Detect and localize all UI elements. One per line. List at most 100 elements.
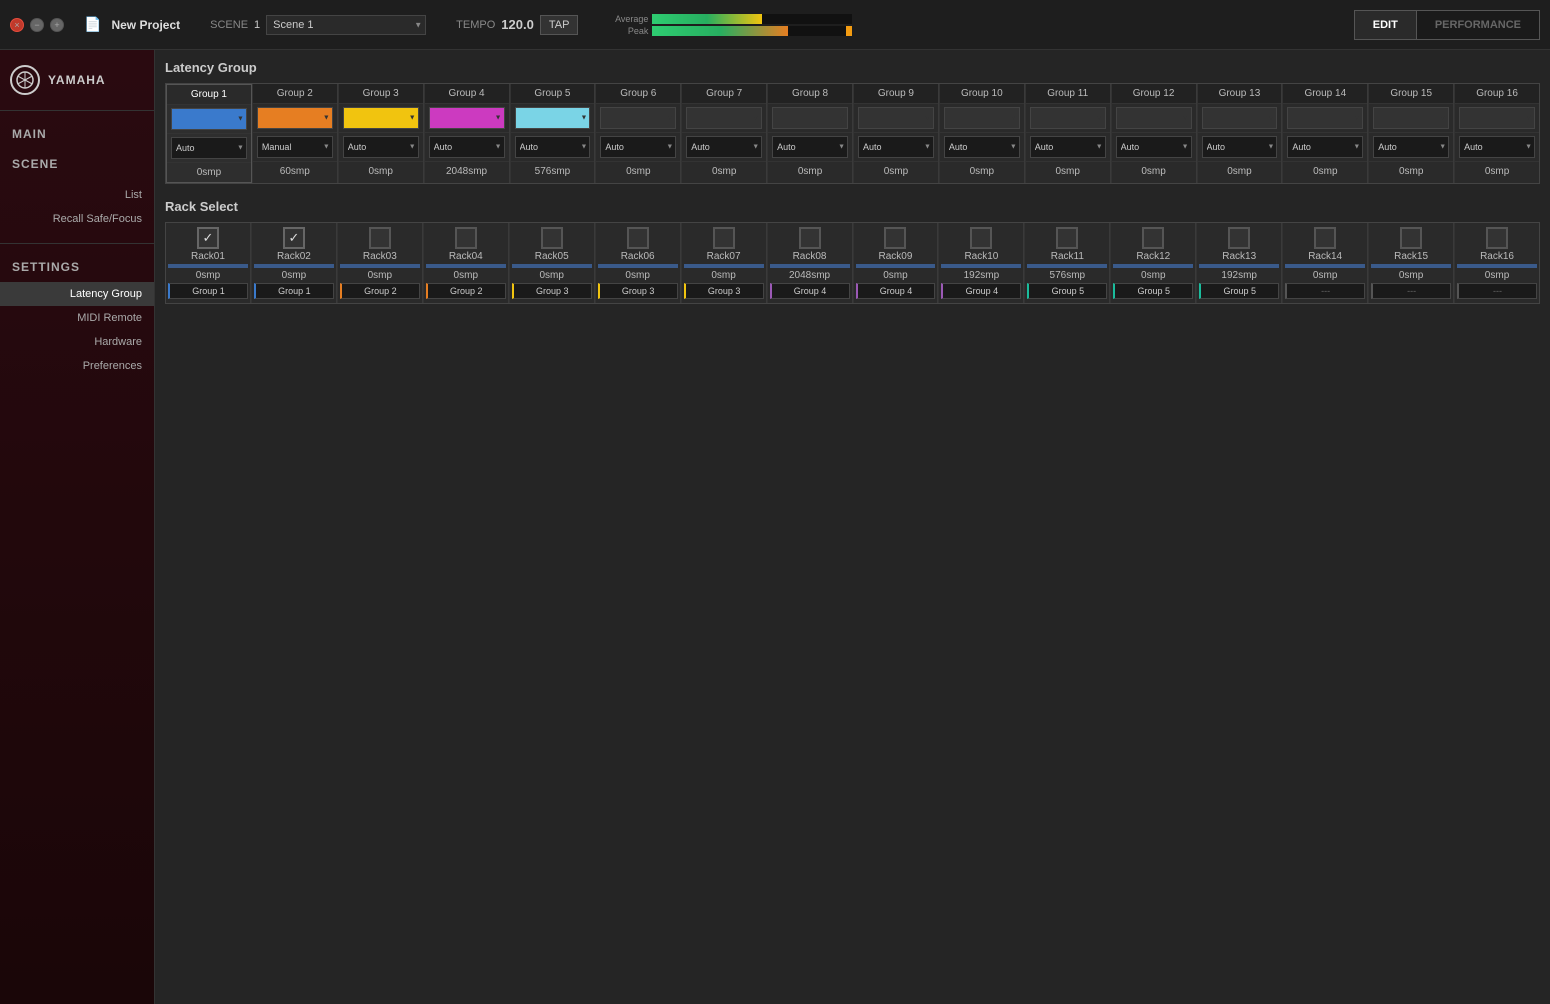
rack-group-badge-Rack07[interactable]: Group 3: [684, 283, 764, 299]
latency-group-col-3[interactable]: Group 3Auto0smp: [339, 84, 424, 183]
mode-select-12[interactable]: Auto: [1116, 136, 1192, 158]
mode-select-4[interactable]: Auto: [429, 136, 505, 158]
latency-group-col-14[interactable]: Group 14Auto0smp: [1283, 84, 1368, 183]
color-select-6[interactable]: [600, 107, 676, 129]
color-select-16[interactable]: [1459, 107, 1535, 129]
rack-checkbox-Rack04[interactable]: [455, 227, 477, 249]
color-select-1[interactable]: [171, 108, 247, 130]
rack-checkbox-Rack12[interactable]: [1142, 227, 1164, 249]
rack-group-badge-Rack01[interactable]: Group 1: [168, 283, 248, 299]
color-select-4[interactable]: [429, 107, 505, 129]
color-select-5[interactable]: [515, 107, 591, 129]
mode-select-9[interactable]: Auto: [858, 136, 934, 158]
rack-group-badge-Rack11[interactable]: Group 5: [1027, 283, 1107, 299]
rack-checkbox-Rack05[interactable]: [541, 227, 563, 249]
rack-checkbox-Rack06[interactable]: [627, 227, 649, 249]
sidebar-item-preferences[interactable]: Preferences: [0, 354, 154, 378]
color-select-2[interactable]: [257, 107, 333, 129]
latency-group-col-5[interactable]: Group 5Auto576smp: [511, 84, 596, 183]
latency-group-col-11[interactable]: Group 11Auto0smp: [1026, 84, 1111, 183]
rack-checkbox-Rack13[interactable]: [1228, 227, 1250, 249]
sidebar-item-list[interactable]: List: [0, 183, 154, 207]
latency-group-col-16[interactable]: Group 16Auto0smp: [1455, 84, 1539, 183]
rack-group-badge-Rack08[interactable]: Group 4: [770, 283, 850, 299]
rack-checkbox-Rack15[interactable]: [1400, 227, 1422, 249]
mode-select-3[interactable]: Auto: [343, 136, 419, 158]
mode-select-10[interactable]: Auto: [944, 136, 1020, 158]
rack-checkbox-Rack11[interactable]: [1056, 227, 1078, 249]
rack-group-badge-Rack14[interactable]: ---: [1285, 283, 1365, 299]
color-select-3[interactable]: [343, 107, 419, 129]
color-select-14[interactable]: [1287, 107, 1363, 129]
mode-select-2[interactable]: Manual: [257, 136, 333, 158]
rack-group-badge-Rack09[interactable]: Group 4: [856, 283, 936, 299]
mode-select-1[interactable]: Auto: [171, 137, 247, 159]
tempo-section: TEMPO 120.0 TAP: [456, 15, 578, 35]
color-select-7[interactable]: [686, 107, 762, 129]
rack-checkbox-Rack01[interactable]: ✓: [197, 227, 219, 249]
mode-select-15[interactable]: Auto: [1373, 136, 1449, 158]
color-select-9[interactable]: [858, 107, 934, 129]
mode-select-11[interactable]: Auto: [1030, 136, 1106, 158]
rack-checkbox-Rack16[interactable]: [1486, 227, 1508, 249]
rack-checkbox-Rack07[interactable]: [713, 227, 735, 249]
scene-select[interactable]: Scene 1: [266, 15, 426, 35]
latency-group-col-15[interactable]: Group 15Auto0smp: [1369, 84, 1454, 183]
sidebar-item-hardware[interactable]: Hardware: [0, 330, 154, 354]
rack-group-badge-Rack16[interactable]: ---: [1457, 283, 1537, 299]
rack-group-badge-Rack13[interactable]: Group 5: [1199, 283, 1279, 299]
rack-group-badge-Rack10[interactable]: Group 4: [941, 283, 1021, 299]
rack-checkbox-Rack02[interactable]: ✓: [283, 227, 305, 249]
tap-button[interactable]: TAP: [540, 15, 579, 35]
rack-checkbox-Rack03[interactable]: [369, 227, 391, 249]
rack-bar-Rack13: [1199, 264, 1279, 268]
rack-group-badge-Rack05[interactable]: Group 3: [512, 283, 592, 299]
sidebar-item-latency-group[interactable]: Latency Group: [0, 282, 154, 306]
color-select-10[interactable]: [944, 107, 1020, 129]
mode-select-16[interactable]: Auto: [1459, 136, 1535, 158]
rack-smp-Rack14: 0smp: [1313, 270, 1337, 281]
latency-group-col-10[interactable]: Group 10Auto0smp: [940, 84, 1025, 183]
rack-group-badge-Rack04[interactable]: Group 2: [426, 283, 506, 299]
sidebar-item-recall[interactable]: Recall Safe/Focus: [0, 207, 154, 231]
edit-button[interactable]: EDIT: [1355, 11, 1417, 39]
rack-smp-Rack16: 0smp: [1485, 270, 1509, 281]
maximize-button[interactable]: +: [50, 18, 64, 32]
latency-group-col-7[interactable]: Group 7Auto0smp: [682, 84, 767, 183]
color-select-12[interactable]: [1116, 107, 1192, 129]
latency-group-col-4[interactable]: Group 4Auto2048smp: [425, 84, 510, 183]
latency-group-col-6[interactable]: Group 6Auto0smp: [596, 84, 681, 183]
latency-group-col-9[interactable]: Group 9Auto0smp: [854, 84, 939, 183]
rack-group-badge-Rack03[interactable]: Group 2: [340, 283, 420, 299]
rack-checkbox-Rack14[interactable]: [1314, 227, 1336, 249]
rack-checkbox-Rack10[interactable]: [970, 227, 992, 249]
latency-group-col-1[interactable]: Group 1Auto0smp: [166, 84, 252, 183]
latency-group-col-13[interactable]: Group 13Auto0smp: [1198, 84, 1283, 183]
rack-group-badge-Rack02[interactable]: Group 1: [254, 283, 334, 299]
latency-group-col-2[interactable]: Group 2Manual60smp: [253, 84, 338, 183]
mode-select-7[interactable]: Auto: [686, 136, 762, 158]
rack-checkbox-Rack08[interactable]: [799, 227, 821, 249]
mode-select-14[interactable]: Auto: [1287, 136, 1363, 158]
latency-group-col-8[interactable]: Group 8Auto0smp: [768, 84, 853, 183]
mode-select-8[interactable]: Auto: [772, 136, 848, 158]
color-select-11[interactable]: [1030, 107, 1106, 129]
sidebar-item-main[interactable]: MAIN: [0, 119, 154, 149]
sidebar-item-midi-remote[interactable]: MIDI Remote: [0, 306, 154, 330]
performance-button[interactable]: PERFORMANCE: [1417, 11, 1539, 39]
rack-checkbox-Rack09[interactable]: [884, 227, 906, 249]
minimize-button[interactable]: −: [30, 18, 44, 32]
color-select-15[interactable]: [1373, 107, 1449, 129]
mode-select-13[interactable]: Auto: [1202, 136, 1278, 158]
rack-group-badge-Rack06[interactable]: Group 3: [598, 283, 678, 299]
color-select-8[interactable]: [772, 107, 848, 129]
color-select-13[interactable]: [1202, 107, 1278, 129]
close-button[interactable]: ×: [10, 18, 24, 32]
sidebar-item-scene[interactable]: SCENE: [0, 149, 154, 179]
rack-group-badge-Rack12[interactable]: Group 5: [1113, 283, 1193, 299]
latency-group-col-12[interactable]: Group 12Auto0smp: [1112, 84, 1197, 183]
mode-select-6[interactable]: Auto: [600, 136, 676, 158]
tempo-value: 120.0: [501, 17, 534, 32]
mode-select-5[interactable]: Auto: [515, 136, 591, 158]
rack-group-badge-Rack15[interactable]: ---: [1371, 283, 1451, 299]
